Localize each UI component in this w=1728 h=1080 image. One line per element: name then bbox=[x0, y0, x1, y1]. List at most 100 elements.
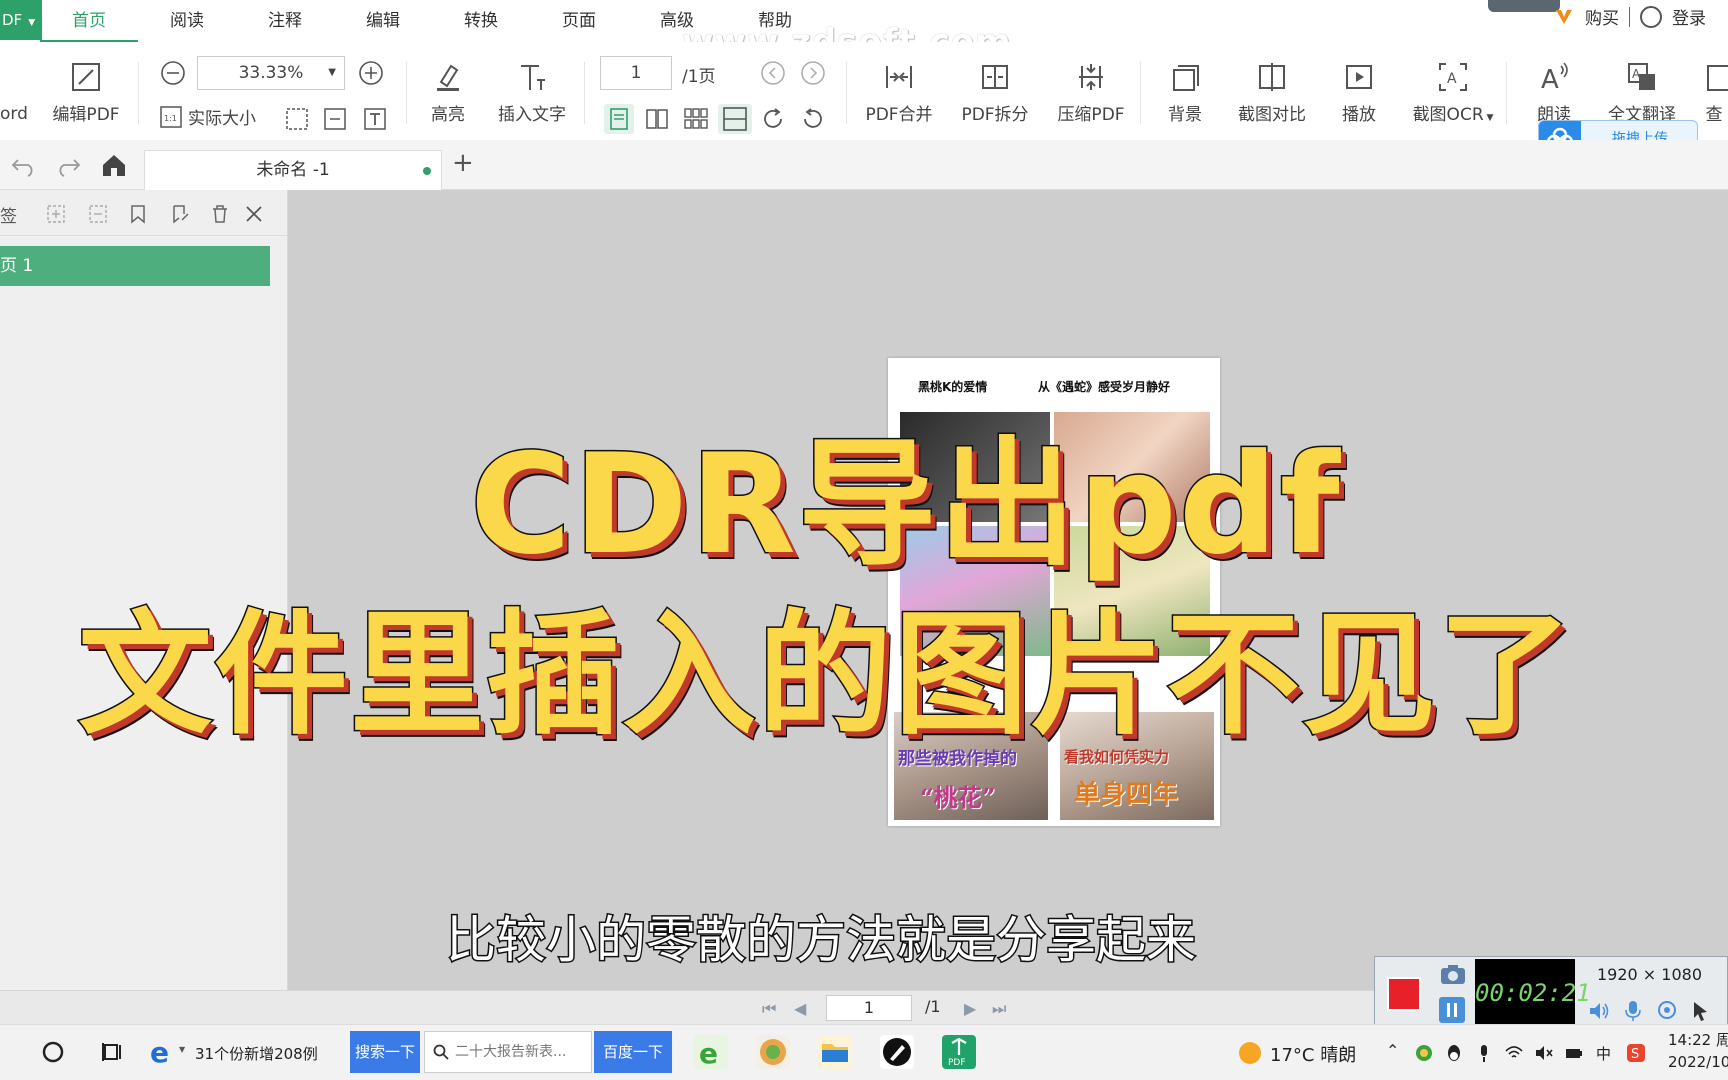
continuous-scroll-icon[interactable] bbox=[718, 104, 752, 134]
zoom-in-icon[interactable] bbox=[358, 60, 384, 86]
redo-icon[interactable] bbox=[54, 154, 82, 178]
to-word-button[interactable]: ord bbox=[0, 104, 28, 124]
fit-width-icon[interactable] bbox=[322, 106, 348, 132]
expand-icon[interactable] bbox=[46, 204, 66, 224]
windows-taskbar: e ▼ 31个份新增208例 搜索一下 二十大报告新表... 百度一下 e PD… bbox=[0, 1024, 1728, 1080]
play-button[interactable]: 播放 bbox=[1334, 60, 1384, 125]
camera-icon[interactable] bbox=[1439, 963, 1467, 985]
bookmark-item-page-1[interactable]: 页 1 bbox=[0, 246, 270, 286]
grid-view-icon[interactable] bbox=[683, 106, 709, 132]
actual-size-button[interactable]: 1:1 实际大小 bbox=[160, 104, 256, 129]
tab-convert[interactable]: 转换 bbox=[432, 0, 530, 42]
edit-pdf-button[interactable]: 编辑PDF bbox=[48, 60, 124, 125]
collapse-icon[interactable] bbox=[88, 204, 108, 224]
tab-read[interactable]: 阅读 bbox=[138, 0, 236, 42]
add-tab-button[interactable]: + bbox=[452, 148, 474, 178]
document-tab[interactable]: 未命名 -1 bbox=[144, 150, 442, 190]
two-page-icon[interactable] bbox=[644, 106, 670, 132]
news-ticker[interactable]: 31个份新增208例 bbox=[195, 1043, 318, 1064]
tab-edit[interactable]: 编辑 bbox=[334, 0, 432, 42]
fit-page-icon[interactable] bbox=[284, 106, 310, 132]
taskbar-app-pen-tool[interactable] bbox=[880, 1035, 914, 1069]
buy-link[interactable]: 购买 bbox=[1585, 4, 1619, 29]
zoom-select[interactable]: 33.33% ▼ bbox=[197, 56, 345, 90]
tray-expand-icon[interactable]: ⌃ bbox=[1386, 1041, 1399, 1060]
screenshot-ocr-button[interactable]: A 截图OCR ▼ bbox=[1408, 60, 1498, 125]
close-icon[interactable] bbox=[244, 204, 264, 224]
prev-page-icon[interactable] bbox=[760, 60, 786, 86]
system-clock[interactable]: 14:22 周 2022/10 bbox=[1668, 1029, 1728, 1073]
volume-muted-icon[interactable] bbox=[1534, 1043, 1554, 1063]
speaker-icon[interactable] bbox=[1587, 999, 1611, 1023]
overlay-title-line-2: 文件里插入的图片不见了 bbox=[76, 596, 1575, 755]
pause-icon bbox=[1447, 1003, 1457, 1017]
tray-app-icon[interactable] bbox=[1414, 1043, 1434, 1063]
add-bookmark-icon[interactable] bbox=[128, 204, 148, 224]
tab-page[interactable]: 页面 bbox=[530, 0, 628, 42]
cursor-icon[interactable] bbox=[1689, 999, 1713, 1023]
split-icon bbox=[982, 65, 1008, 89]
more-button[interactable]: 查 bbox=[1700, 60, 1728, 125]
taskbar-app-coreldraw[interactable] bbox=[756, 1035, 790, 1069]
taskbar-app-file-explorer[interactable] bbox=[818, 1035, 852, 1069]
baidu-search-button[interactable]: 百度一下 bbox=[594, 1031, 672, 1073]
webcam-icon[interactable] bbox=[1655, 999, 1679, 1023]
screenshot-compare-button[interactable]: 截图对比 bbox=[1234, 60, 1310, 125]
search-placeholder: 二十大报告新表... bbox=[455, 1044, 567, 1060]
translate-icon: A bbox=[1628, 63, 1655, 90]
next-page-icon[interactable] bbox=[800, 60, 826, 86]
single-page-icon[interactable] bbox=[604, 104, 634, 134]
sogou-icon[interactable]: S bbox=[1626, 1043, 1646, 1063]
last-page-icon[interactable]: ⏭ bbox=[992, 999, 1006, 1019]
search-input[interactable]: 二十大报告新表... bbox=[424, 1031, 592, 1073]
insert-text-button[interactable]: 插入文字 bbox=[494, 60, 570, 125]
rotate-clockwise-icon[interactable] bbox=[760, 106, 786, 132]
login-link[interactable]: 登录 bbox=[1672, 4, 1706, 29]
translate-button[interactable]: A 全文翻译 bbox=[1604, 60, 1680, 125]
microphone-icon[interactable] bbox=[1474, 1043, 1494, 1063]
tab-home[interactable]: 首页 bbox=[40, 0, 138, 42]
svg-text:e: e bbox=[699, 1037, 718, 1069]
home-icon[interactable] bbox=[100, 152, 128, 178]
undo-icon[interactable] bbox=[10, 154, 38, 178]
pause-button[interactable] bbox=[1439, 997, 1465, 1023]
page-number-input[interactable]: 1 bbox=[826, 995, 912, 1021]
compress-pdf-label: 压缩PDF bbox=[1057, 105, 1125, 125]
cortana-icon[interactable] bbox=[40, 1039, 66, 1065]
qq-icon[interactable] bbox=[1444, 1043, 1464, 1063]
rotate-counterclockwise-icon[interactable] bbox=[800, 106, 826, 132]
green-browser-icon: e bbox=[699, 1037, 718, 1070]
document-tab-title: 未命名 -1 bbox=[256, 160, 330, 180]
next-page-icon[interactable]: ▶ bbox=[964, 999, 976, 1018]
divider bbox=[138, 62, 139, 124]
trash-icon[interactable] bbox=[210, 204, 230, 224]
highlight-button[interactable]: 高亮 bbox=[420, 60, 476, 125]
edge-browser-icon[interactable]: e bbox=[148, 1037, 178, 1067]
zoom-out-icon[interactable] bbox=[160, 60, 186, 86]
wifi-icon[interactable] bbox=[1504, 1043, 1524, 1063]
text-select-icon[interactable] bbox=[362, 106, 388, 132]
stop-record-button[interactable] bbox=[1387, 977, 1421, 1011]
app-menu-button[interactable]: DF ▼ bbox=[0, 0, 42, 40]
weather-widget[interactable]: 17°C 晴朗 bbox=[1270, 1041, 1356, 1067]
background-button[interactable]: 背景 bbox=[1160, 60, 1210, 125]
input-method-icon[interactable]: 中 bbox=[1594, 1043, 1614, 1063]
pdf-merge-button[interactable]: PDF合并 bbox=[862, 60, 936, 125]
battery-icon[interactable] bbox=[1564, 1043, 1584, 1063]
task-view-icon[interactable] bbox=[100, 1039, 126, 1065]
microphone-icon[interactable] bbox=[1621, 999, 1645, 1023]
svg-text:中: 中 bbox=[1596, 1045, 1611, 1063]
prev-page-icon[interactable]: ◀ bbox=[794, 999, 806, 1018]
taskbar-app-pdf-editor[interactable]: PDF bbox=[942, 1035, 976, 1069]
pdf-split-button[interactable]: PDF拆分 bbox=[958, 60, 1032, 125]
read-aloud-button[interactable]: A 朗读 bbox=[1524, 60, 1584, 125]
ocr-icon: A bbox=[1439, 63, 1467, 91]
more-icon bbox=[1707, 65, 1728, 91]
tab-annotate[interactable]: 注释 bbox=[236, 0, 334, 42]
page-number-input[interactable]: 1 bbox=[600, 56, 672, 90]
first-page-icon[interactable]: ⏮ bbox=[762, 999, 776, 1019]
edit-bookmark-icon[interactable] bbox=[170, 204, 190, 224]
search-now-button[interactable]: 搜索一下 bbox=[350, 1031, 420, 1073]
taskbar-app-browser[interactable]: e bbox=[694, 1035, 728, 1070]
compress-pdf-button[interactable]: 压缩PDF bbox=[1054, 60, 1128, 125]
